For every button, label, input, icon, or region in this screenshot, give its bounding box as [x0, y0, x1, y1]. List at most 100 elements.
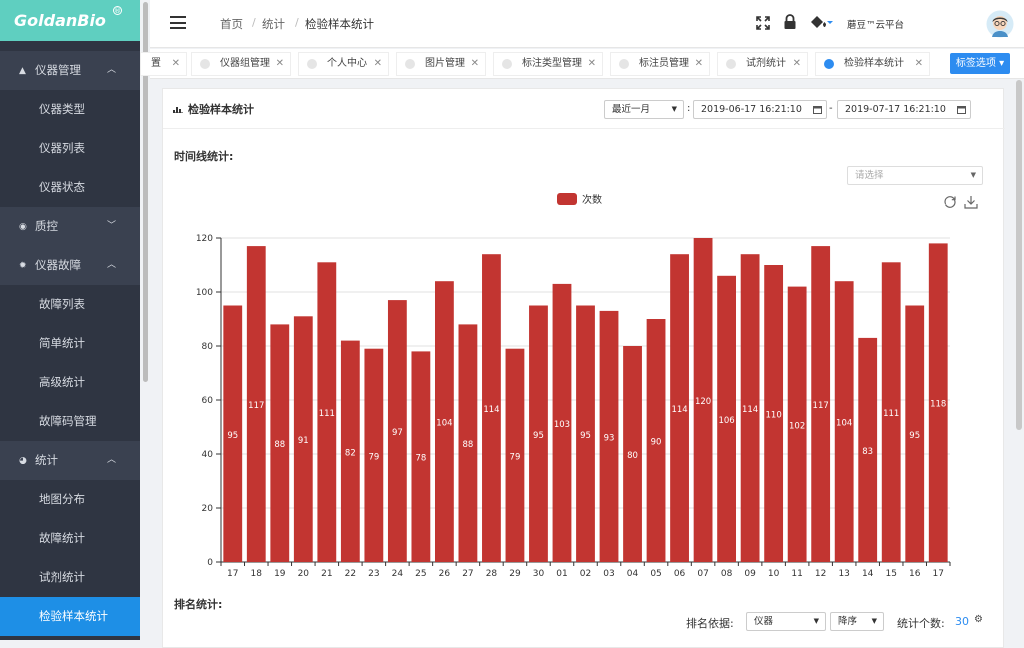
tab-label: 个人中心 — [327, 58, 367, 69]
bar-data-label: 91 — [298, 436, 309, 446]
bar-data-label: 114 — [742, 405, 758, 415]
bar-data-label: 103 — [554, 420, 570, 430]
sidebar-item-12[interactable]: 故障统计 — [0, 519, 140, 558]
menu-toggle-icon[interactable] — [170, 16, 186, 29]
sidebar-group-label: 仪器故障 — [35, 258, 81, 272]
sidebar-group-10[interactable]: ◕ 统计 ︿ — [0, 441, 140, 480]
ranking-label: 排名统计: — [174, 598, 223, 611]
calendar-icon — [813, 106, 822, 114]
tab-5[interactable]: 标注员管理 ✕ — [610, 52, 710, 76]
close-icon[interactable]: ✕ — [588, 53, 596, 75]
card-title: 检验样本统计 — [188, 103, 254, 116]
sidebar-item-8[interactable]: 高级统计 — [0, 363, 140, 402]
close-icon[interactable]: ✕ — [276, 53, 284, 75]
chevron-up-icon: ︿ — [106, 455, 116, 465]
tab-2[interactable]: 个人中心 ✕ — [298, 52, 389, 76]
registered-mark: ® — [113, 6, 122, 15]
tab-options-button[interactable]: 标签选项 ▾ — [950, 53, 1010, 74]
x-tick-label: 20 — [298, 569, 310, 579]
bar-data-label: 82 — [345, 448, 356, 458]
timeline-label: 时间线统计: — [174, 150, 234, 163]
lock-icon[interactable] — [783, 14, 797, 30]
bar-chart-icon — [173, 107, 183, 113]
sidebar-group-4[interactable]: ◉ 质控 ﹀ — [0, 207, 140, 246]
ranking-order-select[interactable]: 降序 ▼ — [830, 612, 884, 631]
sidebar-item-1[interactable]: 仪器类型 — [0, 90, 140, 129]
ranking-order-value: 降序 — [838, 616, 858, 627]
sidebar-item-6[interactable]: 故障列表 — [0, 285, 140, 324]
avatar[interactable] — [986, 10, 1014, 38]
settings-gear-icon[interactable]: ⚙ — [974, 614, 983, 625]
caret-down-icon: ▼ — [970, 171, 976, 179]
breadcrumb-current: 检验样本统计 — [305, 17, 374, 31]
car-icon: ▲ — [19, 66, 26, 76]
breadcrumb-separator: / — [252, 16, 256, 29]
sidebar-group-5[interactable]: ✹ 仪器故障 ︿ — [0, 246, 140, 285]
sidebar-item-3[interactable]: 仪器状态 — [0, 168, 140, 207]
x-tick-label: 17 — [933, 569, 944, 579]
y-tick-label: 80 — [202, 342, 214, 352]
close-icon[interactable]: ✕ — [374, 53, 382, 75]
theme-paint-icon[interactable] — [809, 14, 833, 30]
sidebar-item-label: 高级统计 — [39, 375, 85, 389]
sidebar-item-9[interactable]: 故障码管理 — [0, 402, 140, 441]
sidebar-item-13[interactable]: 试剂统计 — [0, 558, 140, 597]
tab-4[interactable]: 标注类型管理 ✕ — [493, 52, 603, 76]
date-from-input[interactable]: 2019-06-17 16:21:10 — [693, 100, 827, 119]
tab-label: 试剂统计 — [746, 58, 786, 69]
breadcrumb-home[interactable]: 首页 — [220, 16, 243, 32]
bar-data-label: 78 — [415, 454, 426, 464]
bar-data-label: 111 — [883, 409, 899, 419]
bar-data-label: 88 — [463, 440, 474, 450]
tab-status-dot — [200, 59, 210, 69]
timeline-select[interactable]: 请选择 ▼ — [847, 166, 983, 185]
sidebar-item-11[interactable]: 地图分布 — [0, 480, 140, 519]
x-tick-label: 23 — [368, 569, 379, 579]
sidebar: GoldanBio ® ▲ 仪器管理 ︿ 仪器类型仪器列表仪器状态 ◉ 质控 ﹀ ✹ 仪器故障 ︿… — [0, 0, 140, 640]
tab-status-dot — [405, 59, 415, 69]
close-icon[interactable]: ✕ — [915, 53, 923, 75]
ranking-by-select[interactable]: 仪器 ▼ — [746, 612, 826, 631]
bar-chart: 次数02040608010012095171171888199120111218… — [196, 193, 951, 579]
bar-data-label: 95 — [533, 431, 544, 441]
tab-0[interactable]: 置 ✕ — [140, 52, 187, 76]
bar-data-label: 95 — [909, 431, 920, 441]
close-icon[interactable]: ✕ — [793, 53, 801, 75]
legend-swatch[interactable] — [557, 193, 577, 205]
platform-user-name[interactable]: 蘑豆™云平台 — [847, 17, 904, 31]
sidebar-item-label: 检验样本统计 — [39, 609, 108, 623]
y-tick-label: 100 — [196, 288, 213, 298]
ranking-count-value[interactable]: 30 — [955, 615, 969, 628]
range-select[interactable]: 最近一月 ▼ — [604, 100, 684, 119]
sidebar-group-label: 仪器管理 — [35, 63, 81, 77]
bar-data-label: 79 — [510, 452, 521, 462]
page-scrollbar[interactable] — [1016, 80, 1022, 430]
close-icon[interactable]: ✕ — [471, 53, 479, 75]
bar-data-label: 110 — [766, 411, 782, 421]
breadcrumb-statistics[interactable]: 统计 — [262, 16, 285, 32]
x-tick-label: 10 — [768, 569, 780, 579]
tab-3[interactable]: 图片管理 ✕ — [396, 52, 486, 76]
sidebar-item-7[interactable]: 简单统计 — [0, 324, 140, 363]
close-icon[interactable]: ✕ — [172, 53, 180, 75]
tab-1[interactable]: 仪器组管理 ✕ — [191, 52, 291, 76]
chevron-down-icon: ﹀ — [106, 221, 116, 231]
tab-options-label: 标签选项 — [955, 58, 996, 69]
fullscreen-icon[interactable] — [756, 16, 770, 30]
x-tick-label: 05 — [650, 569, 661, 579]
close-icon[interactable]: ✕ — [695, 53, 703, 75]
sidebar-item-14[interactable]: 检验样本统计 — [0, 597, 140, 636]
tab-7[interactable]: 检验样本统计 ✕ — [815, 52, 930, 76]
sidebar-item-2[interactable]: 仪器列表 — [0, 129, 140, 168]
y-tick-label: 20 — [202, 504, 214, 514]
legend-label: 次数 — [582, 193, 602, 206]
brand-name: GoldanBio — [14, 11, 106, 30]
logo[interactable]: GoldanBio ® — [0, 0, 140, 41]
sidebar-item-label: 仪器列表 — [39, 141, 85, 155]
tab-label: 标注员管理 — [639, 58, 689, 69]
tab-6[interactable]: 试剂统计 ✕ — [717, 52, 808, 76]
calendar-icon — [957, 106, 966, 114]
date-to-input[interactable]: 2019-07-17 16:21:10 — [837, 100, 971, 119]
bar-data-label: 104 — [836, 419, 852, 429]
sidebar-group-0[interactable]: ▲ 仪器管理 ︿ — [0, 51, 140, 90]
